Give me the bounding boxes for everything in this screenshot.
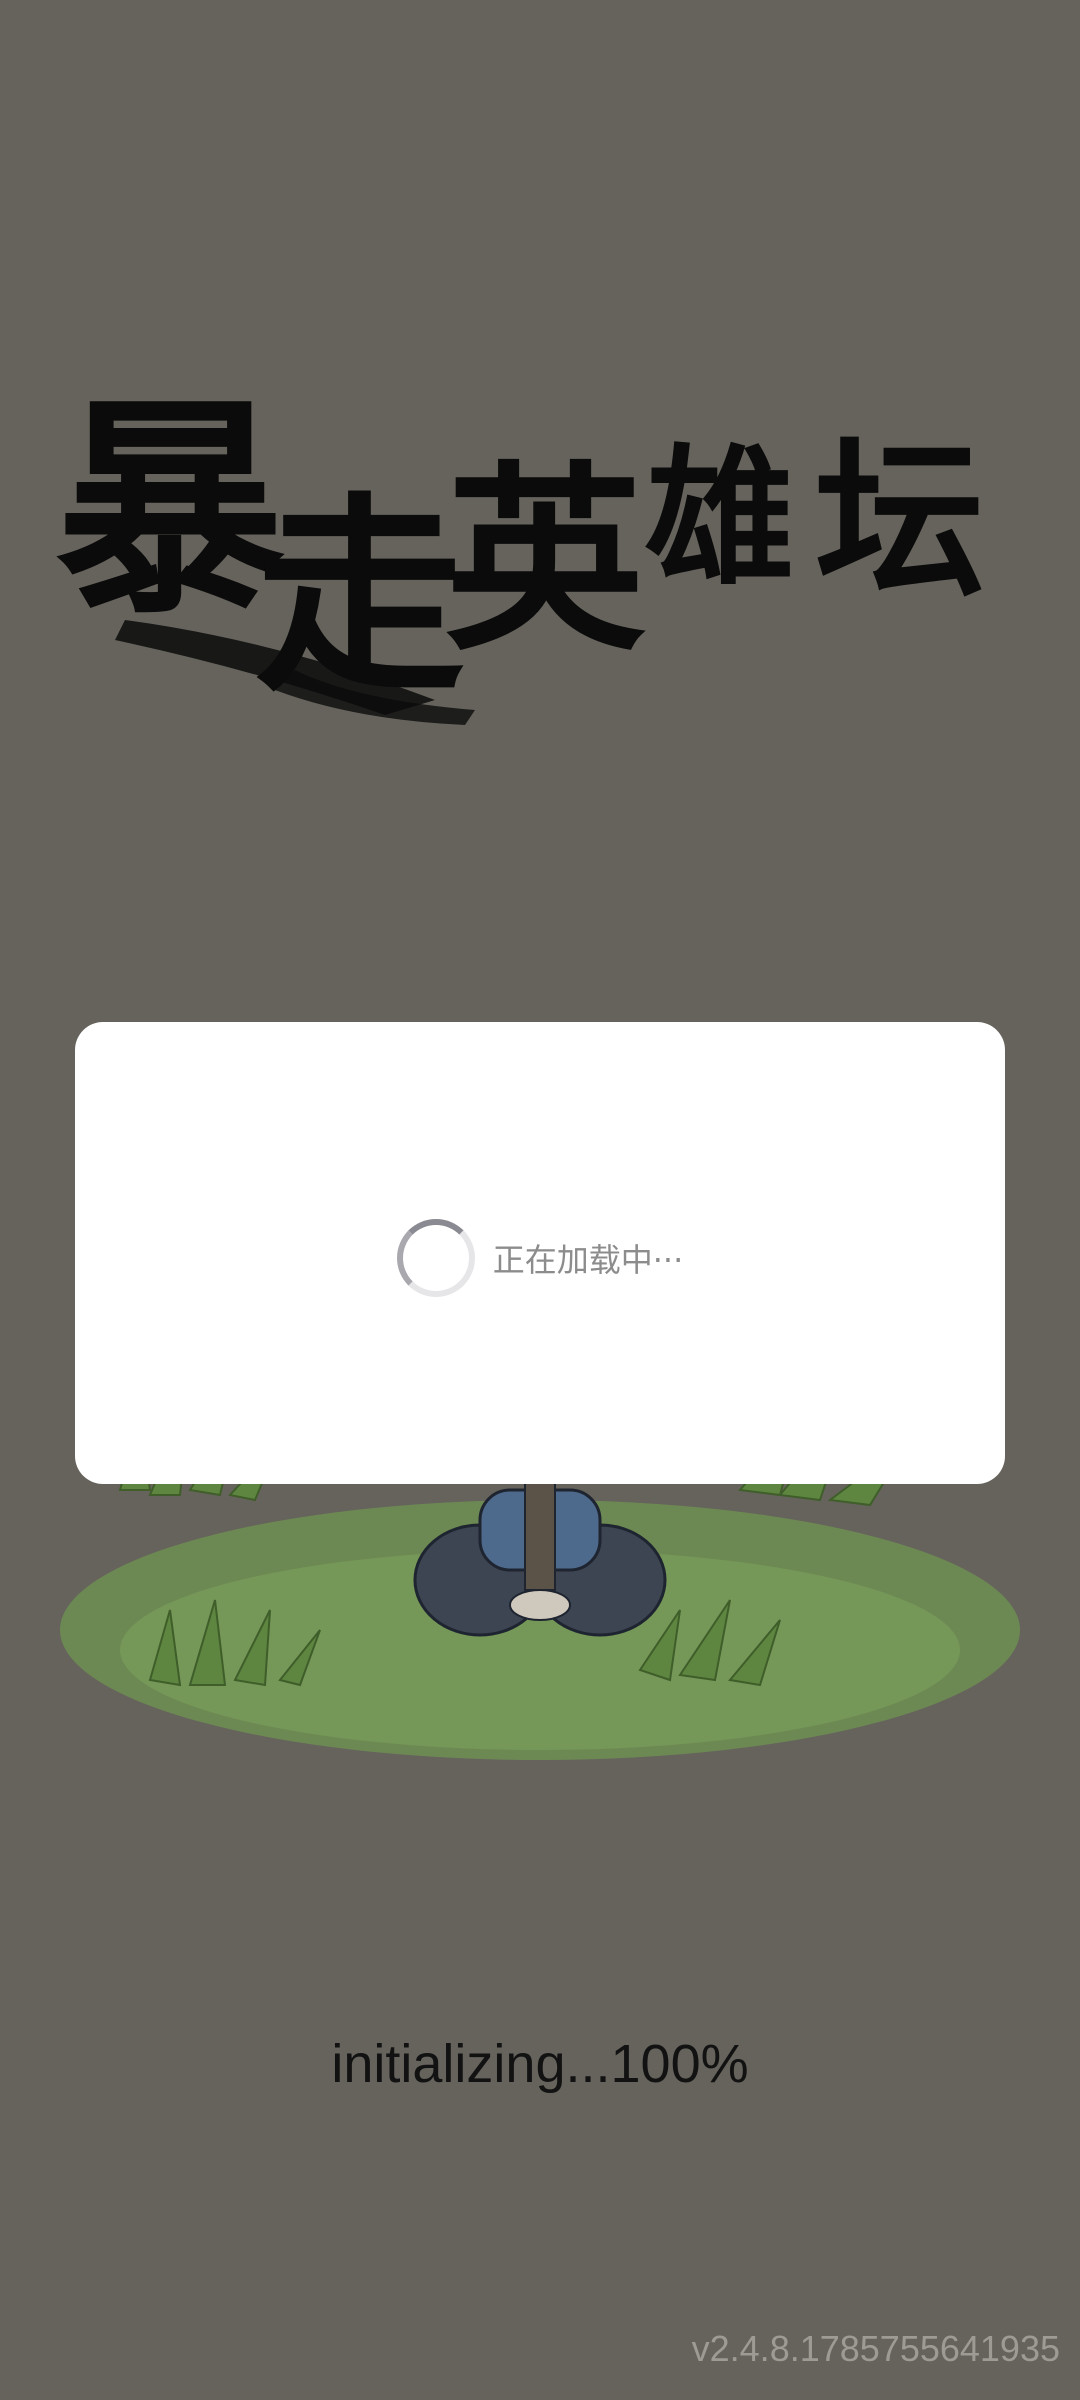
loading-dialog: 正在加载中··· bbox=[75, 1022, 1005, 1484]
loading-spinner-icon bbox=[396, 1219, 475, 1297]
loading-indicator-row: 正在加载中··· bbox=[75, 1215, 1005, 1301]
version-label: v2.4.8.1785755641935 bbox=[691, 2328, 1060, 2369]
game-title-logo: 暴 走 英 雄 坛 bbox=[55, 375, 985, 725]
title-char-3: 英 bbox=[445, 443, 646, 678]
title-char-2: 走 bbox=[255, 473, 465, 720]
title-char-4: 雄 bbox=[645, 430, 795, 606]
initializing-status: initializing...100% bbox=[331, 2034, 749, 2094]
title-char-5: 坛 bbox=[815, 421, 985, 621]
loading-text: 正在加载中··· bbox=[492, 1241, 684, 1279]
title-char-1: 暴 bbox=[55, 375, 285, 645]
